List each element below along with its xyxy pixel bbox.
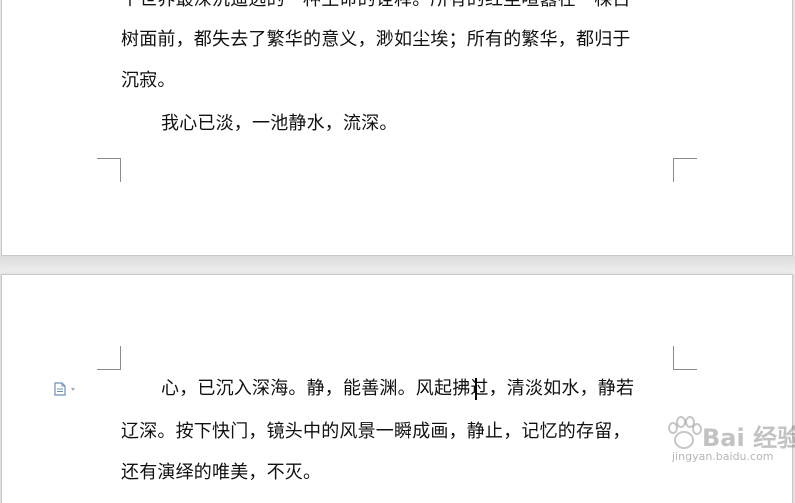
document-icon (54, 382, 75, 396)
text-line[interactable]: 树面前，都失去了繁华的意义，渺如尘埃；所有的繁华，都归于 (121, 29, 631, 51)
page-break-gap (0, 256, 795, 274)
paw-icon (668, 416, 702, 449)
paragraph-menu-button[interactable] (54, 382, 80, 396)
watermark-url: jingyan.baidu.com (672, 450, 774, 463)
text-line[interactable]: 心，已沉入深海。静，能善渊。风起拂过，清淡如水，静若 (161, 378, 634, 400)
text-line[interactable]: 辽深。按下快门，镜头中的风景一瞬成画，静止，记忆的存留， (121, 421, 631, 443)
text-line[interactable]: 沉寂。 (121, 70, 176, 92)
baidu-jingyan-watermark: Bai 经验 jingyan.baidu.com (660, 414, 795, 464)
text-line[interactable]: 还有演绎的唯美，不灭。 (121, 462, 321, 484)
margin-mark-top-right (673, 346, 697, 370)
margin-mark-top-left (97, 346, 121, 370)
text-line[interactable]: 个世界最深沉遥远的一种生命的诠释。所有的红尘喧嚣在一棵古 (121, 0, 631, 11)
margin-mark-bottom-left (97, 158, 121, 182)
document-workspace: 个世界最深沉遥远的一种生命的诠释。所有的红尘喧嚣在一棵古 树面前，都失去了繁华的… (0, 0, 795, 503)
text-cursor (475, 378, 477, 400)
margin-mark-bottom-right (673, 158, 697, 182)
watermark-brand: Bai 经验 (702, 424, 795, 452)
chevron-down-icon (71, 388, 75, 391)
text-line[interactable]: 我心已淡，一池静水，流深。 (161, 113, 398, 135)
